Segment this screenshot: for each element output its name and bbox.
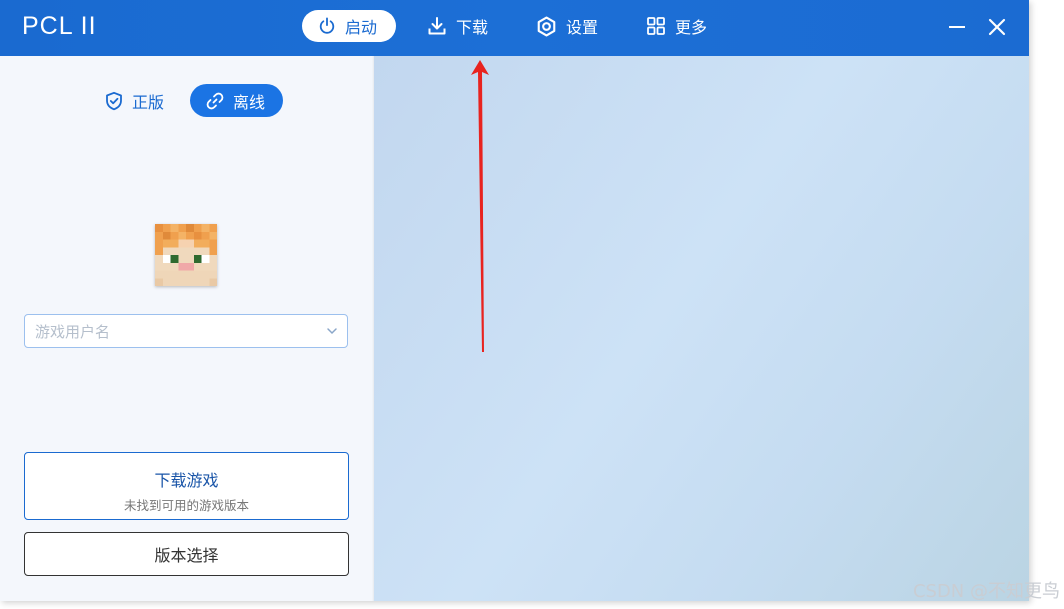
minimize-button[interactable]: [944, 14, 970, 40]
username-placeholder: 游戏用户名: [35, 322, 111, 341]
official-login-tab[interactable]: 正版: [104, 84, 164, 117]
download-icon: [428, 17, 446, 35]
main-content-area: [374, 56, 1029, 601]
nav-launch-tab[interactable]: 启动: [302, 10, 396, 42]
nav-download-tab[interactable]: 下载: [427, 10, 488, 42]
launch-side-panel: 正版 离线 游戏用户名 下载游戏 未找到可用的游戏版本 版本选择: [0, 56, 374, 601]
player-skin-avatar: [155, 224, 217, 286]
official-login-label: 正版: [132, 92, 165, 112]
download-game-label: 下载游戏: [154, 471, 219, 490]
title-bar: PCL II 启动 下载 设置 更多: [0, 0, 1029, 56]
download-game-button[interactable]: 下载游戏 未找到可用的游戏版本: [24, 452, 349, 520]
launcher-window: PCL II 启动 下载 设置 更多 正版 离线 游戏用户名 下载游戏 未找到可…: [0, 0, 1029, 601]
username-field[interactable]: 游戏用户名: [24, 314, 348, 348]
link-icon: [206, 92, 224, 109]
nav-more-tab[interactable]: 更多: [646, 10, 707, 42]
nav-download-label: 下载: [456, 18, 489, 37]
offline-login-label: 离线: [233, 92, 266, 112]
version-select-label: 版本选择: [154, 546, 219, 565]
version-select-button[interactable]: 版本选择: [24, 532, 349, 576]
shield-check-icon: [106, 91, 122, 110]
close-button[interactable]: [984, 14, 1010, 40]
grid-icon: [647, 17, 665, 35]
offline-login-tab[interactable]: 离线: [190, 84, 283, 117]
nav-settings-tab[interactable]: 设置: [536, 10, 598, 42]
download-game-sublabel: 未找到可用的游戏版本: [123, 498, 249, 513]
app-logo: PCL II: [22, 12, 97, 40]
minimize-icon: [949, 26, 965, 28]
chevron-down-icon[interactable]: [326, 325, 338, 337]
gear-icon: [537, 16, 556, 36]
close-icon: [988, 18, 1006, 36]
nav-more-label: 更多: [675, 18, 708, 37]
power-icon: [319, 17, 335, 34]
nav-settings-label: 设置: [566, 18, 599, 37]
nav-launch-label: 启动: [345, 18, 378, 37]
watermark-text: CSDN @不知更鸟: [912, 581, 1060, 602]
